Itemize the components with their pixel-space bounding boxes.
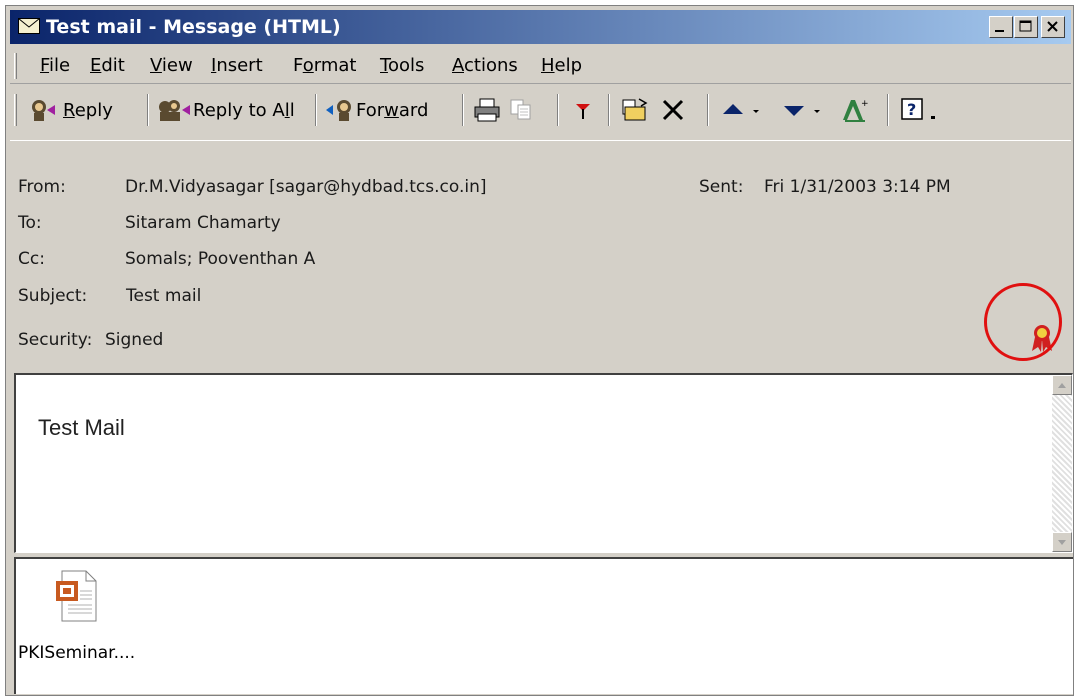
reply-button[interactable]: Reply xyxy=(28,93,113,127)
menu-view[interactable]: View xyxy=(150,55,193,76)
delete-icon xyxy=(662,99,684,121)
from-value[interactable]: Dr.M.Vidyasagar [sagar@hydbad.tcs.co.in] xyxy=(125,177,487,197)
flag-icon xyxy=(576,104,590,119)
powerpoint-file-icon[interactable] xyxy=(54,569,98,623)
close-icon xyxy=(1047,21,1058,32)
reply-icon xyxy=(32,100,55,121)
cc-value[interactable]: Somals; Pooventhan A xyxy=(125,249,315,269)
toolbar-separator xyxy=(147,94,149,126)
subject-label: Subject: xyxy=(18,286,88,306)
vertical-scrollbar[interactable] xyxy=(1052,375,1072,552)
message-body-text: Test Mail xyxy=(38,415,125,440)
print-button[interactable] xyxy=(472,93,502,127)
flag-button[interactable] xyxy=(572,93,594,127)
menu-format[interactable]: Format xyxy=(293,55,356,76)
window-title: Test mail - Message (HTML) xyxy=(46,16,341,38)
menu-insert[interactable]: Insert xyxy=(211,55,263,76)
subject-value: Test mail xyxy=(126,286,202,306)
toolbar-separator xyxy=(557,94,559,126)
next-item-icon xyxy=(784,106,820,116)
move-to-folder-icon xyxy=(622,98,648,121)
toolbar-separator xyxy=(707,94,709,126)
attachment-name[interactable]: PKISeminar.... xyxy=(18,643,135,663)
toolbar-separator xyxy=(887,94,889,126)
close-button[interactable] xyxy=(1041,16,1065,38)
to-value[interactable]: Sitaram Chamarty xyxy=(125,213,281,233)
previous-item-button[interactable] xyxy=(719,93,763,127)
attachment-pane: PKISeminar.... xyxy=(14,557,1073,694)
menu-grip[interactable] xyxy=(14,53,17,79)
svg-text:+: + xyxy=(861,99,869,109)
print-icon xyxy=(474,98,500,122)
menu-actions[interactable]: Actions xyxy=(452,55,518,76)
standard-toolbar: Reply Reply to All Forward + ? xyxy=(10,88,1071,132)
menu-file[interactable]: File xyxy=(40,55,70,76)
toolbar-grip[interactable] xyxy=(14,94,17,126)
menu-tools[interactable]: Tools xyxy=(380,55,424,76)
from-label: From: xyxy=(18,177,66,197)
address-book-icon: + xyxy=(843,99,869,122)
message-body[interactable]: Test Mail xyxy=(14,373,1073,553)
message-headers: From: Dr.M.Vidyasagar [sagar@hydbad.tcs.… xyxy=(10,140,1071,369)
scroll-up-button[interactable] xyxy=(1052,375,1072,395)
security-label: Security: xyxy=(18,330,93,350)
sent-value: Fri 1/31/2003 3:14 PM xyxy=(764,177,951,197)
message-window: Test mail - Message (HTML) File Edit Vie… xyxy=(5,5,1074,696)
menu-edit[interactable]: Edit xyxy=(90,55,125,76)
copy-button[interactable] xyxy=(508,93,534,127)
move-to-folder-button[interactable] xyxy=(619,93,651,127)
forward-icon xyxy=(326,100,351,121)
toolbar-separator xyxy=(315,94,317,126)
reply-all-icon xyxy=(159,100,190,121)
previous-item-icon xyxy=(723,104,759,114)
maximize-button[interactable] xyxy=(1014,16,1038,38)
highlight-circle xyxy=(984,283,1062,361)
envelope-icon xyxy=(18,18,40,34)
svg-text:?: ? xyxy=(907,100,916,119)
delete-button[interactable] xyxy=(659,93,687,127)
security-value: Signed xyxy=(105,330,164,350)
toolbar-separator xyxy=(462,94,464,126)
toolbar-separator xyxy=(608,94,610,126)
scroll-up-icon xyxy=(1058,383,1066,388)
scroll-down-icon xyxy=(1058,540,1066,545)
minimize-icon xyxy=(995,30,1004,32)
reply-all-button[interactable]: Reply to All xyxy=(156,93,295,127)
address-book-button[interactable]: + xyxy=(839,93,869,127)
cc-label: Cc: xyxy=(18,249,45,269)
maximize-icon xyxy=(1019,20,1032,32)
title-bar[interactable]: Test mail - Message (HTML) xyxy=(10,10,1071,44)
forward-button[interactable]: Forward xyxy=(324,93,428,127)
menu-help[interactable]: Help xyxy=(541,55,582,76)
scroll-down-button[interactable] xyxy=(1052,532,1072,552)
sent-label: Sent: xyxy=(699,177,744,197)
to-label: To: xyxy=(18,213,42,233)
next-item-button[interactable] xyxy=(780,93,824,127)
help-button[interactable]: ? xyxy=(899,93,945,127)
minimize-button[interactable] xyxy=(989,16,1013,38)
help-icon: ? xyxy=(901,98,935,120)
copy-icon xyxy=(510,99,531,120)
menu-bar: File Edit View Insert Format Tools Actio… xyxy=(10,49,1071,84)
